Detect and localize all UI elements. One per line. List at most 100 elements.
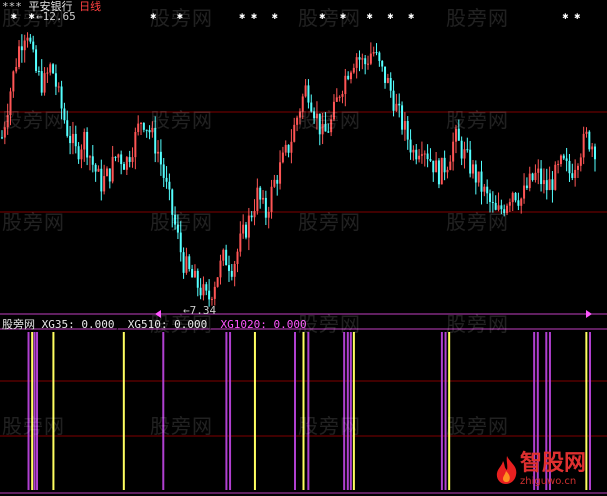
flame-icon	[496, 455, 517, 484]
candle-body	[429, 159, 432, 161]
candle-body	[216, 277, 219, 287]
candle-body	[523, 185, 526, 199]
candle-body	[537, 168, 540, 173]
candle-body	[159, 151, 162, 165]
candle-body	[491, 202, 494, 204]
candle-body	[440, 157, 443, 185]
xg35-key: XG35	[41, 318, 69, 331]
candle-body	[398, 103, 401, 106]
candle-body	[565, 158, 568, 161]
candle-body	[511, 192, 514, 203]
candle-body	[392, 90, 395, 111]
candle-body	[145, 129, 148, 131]
candle-body	[270, 186, 273, 212]
candle-body	[349, 72, 352, 80]
candle-body	[77, 146, 80, 160]
candle-body	[369, 53, 372, 64]
candle-body	[66, 120, 69, 136]
candle-body	[534, 172, 537, 180]
candle-body	[52, 64, 55, 74]
star-marker: ✱	[367, 11, 373, 22]
candle-body	[358, 57, 361, 60]
watermark: 股旁网	[446, 108, 509, 132]
candle-body	[293, 124, 296, 142]
candle-body	[162, 164, 165, 178]
candle-body	[236, 251, 239, 264]
candle-body	[111, 156, 114, 182]
candle-body	[168, 181, 171, 190]
candle-body	[474, 164, 477, 183]
candle-body	[40, 71, 43, 93]
candle-body	[375, 52, 378, 54]
candle-body	[437, 160, 440, 185]
candle-body	[97, 168, 100, 172]
star-marker: ✱	[251, 11, 257, 22]
candle-body	[525, 185, 528, 189]
candle-body	[403, 121, 406, 130]
candle-body	[196, 270, 199, 288]
candle-body	[26, 37, 29, 41]
candle-body	[545, 180, 548, 191]
candle-body	[554, 164, 557, 190]
candle-body	[284, 144, 287, 153]
candle-body	[548, 179, 551, 191]
candle-body	[1, 137, 3, 139]
candle-body	[401, 105, 404, 130]
candle-body	[57, 86, 60, 88]
candle-body	[239, 233, 242, 252]
candle-body	[120, 154, 123, 165]
watermark: 股旁网	[298, 6, 361, 30]
candle-body	[483, 186, 486, 192]
candle-body	[245, 224, 248, 238]
candle-body	[86, 131, 89, 158]
watermark: 股旁网	[150, 6, 213, 30]
candle-body	[531, 173, 534, 180]
candle-body	[202, 284, 205, 296]
watermark: 股旁网	[298, 210, 361, 234]
candle-body	[134, 132, 137, 158]
candle-body	[12, 71, 15, 92]
candle-body	[594, 146, 596, 160]
candle-body	[585, 131, 588, 134]
xg1020-key: XG1020	[220, 318, 261, 331]
candle-body	[208, 290, 211, 300]
candle-body	[471, 164, 474, 174]
candle-body	[140, 123, 143, 125]
candle-body	[287, 144, 290, 153]
site-logo: 智股网 zhiguwo.cn	[494, 452, 586, 487]
watermark: 股旁网	[150, 414, 213, 438]
candle-body	[43, 73, 46, 93]
candle-body	[432, 160, 435, 173]
candle-body	[389, 78, 392, 91]
period-label[interactable]: 日线	[79, 0, 101, 13]
star-marker: ✱	[239, 11, 245, 22]
candle-body	[83, 131, 86, 150]
candle-body	[185, 256, 188, 273]
candle-body	[367, 63, 370, 65]
candle-body	[233, 263, 236, 277]
candle-body	[279, 162, 282, 184]
watermark: 股旁网	[150, 312, 213, 336]
candle-body	[576, 165, 579, 170]
candlestick-series	[1, 32, 596, 307]
candle-body	[114, 156, 117, 158]
indicator-name[interactable]: 股旁网	[2, 318, 35, 331]
candle-body	[582, 133, 585, 158]
candle-body	[574, 169, 577, 178]
candle-body	[128, 157, 131, 162]
candle-body	[20, 46, 23, 51]
watermark: 股旁网	[298, 414, 361, 438]
candle-body	[341, 94, 344, 97]
candle-body	[571, 173, 574, 178]
candle-body	[418, 155, 421, 160]
candle-body	[542, 180, 545, 185]
candle-body	[420, 154, 423, 156]
candle-body	[514, 192, 517, 201]
candle-body	[460, 140, 463, 159]
candle-body	[213, 286, 216, 299]
candle-body	[579, 157, 582, 166]
candle-body	[386, 78, 389, 83]
candle-body	[247, 215, 250, 238]
star-marker: ✱	[387, 11, 393, 22]
star-marker: ✱	[562, 11, 568, 22]
